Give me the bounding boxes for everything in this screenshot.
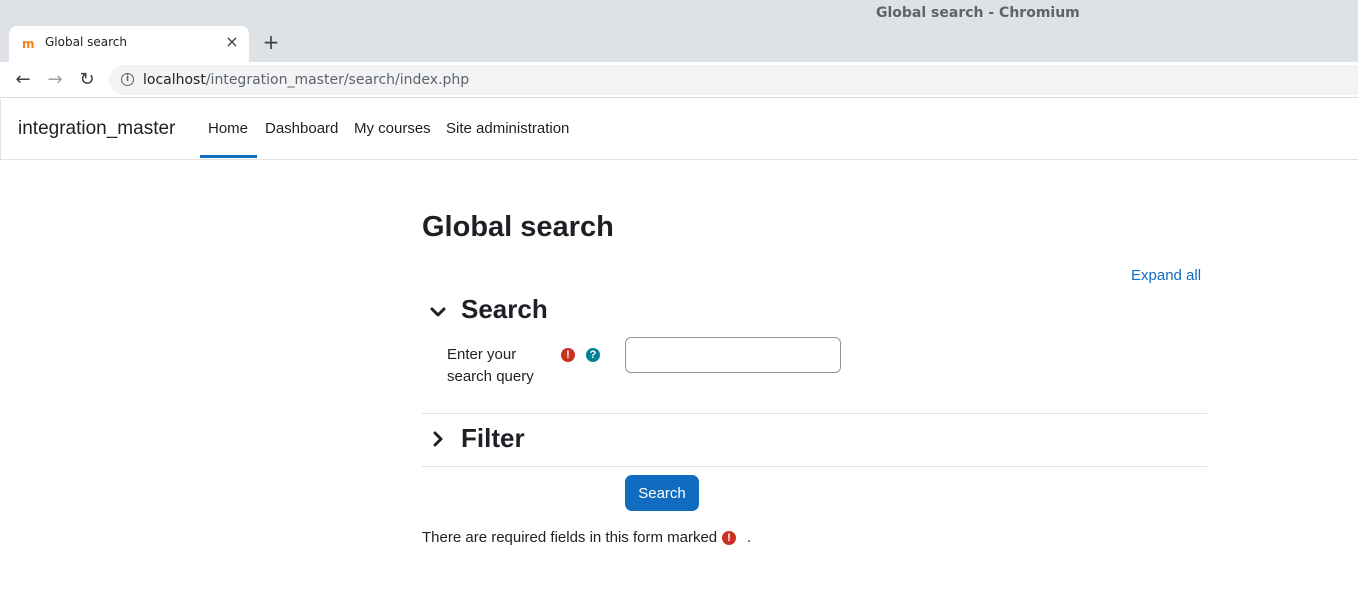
nav-item-dashboard[interactable]: Dashboard — [265, 120, 338, 137]
nav-item-my-courses[interactable]: My courses — [354, 120, 431, 137]
site-brand[interactable]: integration_master — [18, 118, 175, 140]
required-fields-note: There are required fields in this form m… — [422, 529, 718, 546]
new-tab-button[interactable]: + — [260, 31, 282, 53]
exclamation-circle-icon: ! — [561, 348, 575, 362]
exclamation-circle-icon: ! — [722, 531, 736, 545]
section-divider — [422, 413, 1207, 414]
close-tab-icon[interactable]: × — [224, 34, 240, 50]
nav-item-home[interactable]: Home — [208, 120, 248, 137]
address-bar[interactable]: i localhost/integration_master/search/in… — [109, 65, 1358, 95]
query-label-line2: search query — [447, 368, 534, 385]
expand-all-link[interactable]: Expand all — [1131, 267, 1201, 284]
url-host: localhost — [143, 72, 206, 88]
section-divider — [422, 466, 1207, 467]
moodle-favicon-icon: m — [22, 37, 35, 51]
browser-titlebar: Global search - Chromium m Global search… — [0, 0, 1358, 62]
required-note-period: . — [747, 529, 752, 546]
tab-title: Global search — [45, 35, 127, 49]
url-path: /integration_master/search/index.php — [205, 72, 470, 88]
reload-button[interactable]: ↻ — [75, 68, 99, 92]
browser-tab[interactable]: m Global search × — [9, 26, 249, 62]
back-button[interactable]: ← — [11, 68, 35, 92]
url-text[interactable]: localhost/integration_master/search/inde… — [143, 72, 469, 88]
question-circle-icon[interactable]: ? — [586, 348, 600, 362]
window-title: Global search - Chromium — [876, 5, 1080, 21]
search-submit-button[interactable]: Search — [625, 475, 699, 511]
chevron-down-icon[interactable] — [428, 302, 448, 322]
site-info-icon[interactable]: i — [121, 73, 134, 86]
filter-section-title[interactable]: Filter — [461, 423, 525, 454]
nav-item-site-administration[interactable]: Site administration — [446, 120, 569, 137]
browser-toolbar: ← → ↻ i localhost/integration_master/sea… — [0, 62, 1358, 98]
search-section-title[interactable]: Search — [461, 294, 548, 325]
chevron-right-icon[interactable] — [428, 429, 448, 449]
active-nav-indicator — [200, 155, 257, 158]
page-title: Global search — [422, 211, 614, 243]
query-label-line1: Enter your — [447, 346, 517, 363]
site-navbar: integration_master Home Dashboard My cou… — [0, 99, 1358, 160]
forward-button[interactable]: → — [43, 68, 67, 92]
search-query-input[interactable] — [625, 337, 841, 373]
